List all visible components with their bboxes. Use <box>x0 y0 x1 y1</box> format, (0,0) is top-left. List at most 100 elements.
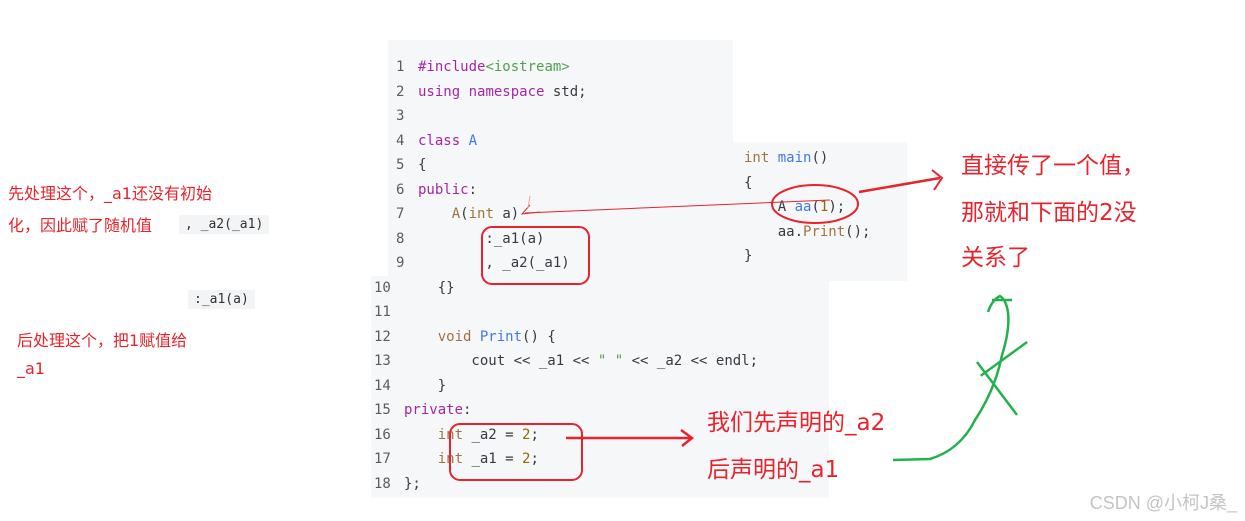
code-token: { <box>744 174 753 191</box>
code-line: 4 class A <box>396 129 477 153</box>
code-line: } <box>744 244 752 268</box>
line-number: 4 <box>396 132 405 149</box>
code-token: public <box>418 181 469 198</box>
code-token: ; <box>530 451 539 467</box>
code-token: namespace <box>468 83 545 100</box>
green-cross-b <box>976 361 1018 416</box>
code-token: ( <box>811 199 820 215</box>
code-token: }; <box>404 475 421 492</box>
line-number: 6 <box>396 181 405 198</box>
line-number: 1 <box>396 59 405 75</box>
code-line: 15 private: <box>374 398 471 422</box>
code-token: A <box>468 132 478 149</box>
code-token: private <box>404 402 464 418</box>
right-note-line2: 那就和下面的2没 <box>961 200 1137 226</box>
line-number: 12 <box>374 328 391 345</box>
line-number: 17 <box>374 451 391 467</box>
code-line: 1 #include<iostream> <box>396 55 570 79</box>
code-line: A aa(1); <box>744 195 845 219</box>
csdn-watermark: CSDN @小柯J桑_ <box>1089 493 1237 513</box>
code-token: std; <box>544 83 587 100</box>
code-token: cout << _a1 << <box>404 353 598 369</box>
line-number: 14 <box>374 377 391 394</box>
line-number: 16 <box>374 426 391 443</box>
code-line: 14 } <box>374 374 446 398</box>
code-line: 16 int _a2 = 2; <box>374 423 539 447</box>
code-line: { <box>744 171 752 195</box>
line-number: 18 <box>374 475 391 492</box>
code-line: 7 A(int a) <box>396 202 519 226</box>
line-number: 5 <box>396 157 405 173</box>
snippet-a2-init: , _a2(_a1) <box>179 215 270 234</box>
code-token: () { <box>522 328 556 345</box>
code-line: 11 <box>374 300 404 324</box>
code-token: : <box>463 402 472 418</box>
code-token: :_a1(a) <box>418 230 545 247</box>
code-line: 12 void Print() { <box>374 325 556 349</box>
left-note-line1: 先处理这个，_a1还没有初始 <box>8 184 212 203</box>
right-note-line3: 关系了 <box>961 245 1030 271</box>
code-token: , _a2(_a1) <box>418 255 570 271</box>
code-token: using <box>418 83 461 100</box>
code-token: } <box>744 248 753 264</box>
code-token: int <box>437 426 464 443</box>
code-token: int <box>744 150 770 166</box>
code-token: a) <box>493 206 520 222</box>
code-line: 9 , _a2(_a1) <box>396 251 570 275</box>
code-line: 3 <box>396 104 418 128</box>
code-token: main <box>777 150 812 166</box>
code-token: { <box>418 157 427 173</box>
left-note2-line2: _a1 <box>17 359 45 378</box>
code-token: void <box>437 328 472 345</box>
code-line: 2 using namespace std; <box>396 80 587 104</box>
code-line: 5{ <box>396 153 426 177</box>
snippet-a1-init: :_a1(a) <box>188 290 255 309</box>
code-token: ); <box>828 199 846 215</box>
code-token: aa. <box>744 223 804 240</box>
line-number: 9 <box>396 255 405 271</box>
green-cross-a <box>980 341 1028 377</box>
code-token: () <box>811 150 829 166</box>
code-token: A <box>451 206 461 222</box>
code-token: aa <box>794 199 812 215</box>
line-number: 7 <box>396 206 405 222</box>
line-number: 8 <box>396 230 405 247</box>
bottom-note-line1: 我们先声明的_a2 <box>707 410 886 436</box>
code-token: ( <box>460 206 469 222</box>
bottom-note-line2: 后声明的_a1 <box>707 457 840 483</box>
left-note-line2: 化，因此赋了随机值 <box>8 216 153 235</box>
line-number: 13 <box>374 353 391 369</box>
code-token: class <box>418 132 461 149</box>
green-curve-arrow <box>892 294 1010 462</box>
code-token: : <box>468 181 478 198</box>
code-token: #include <box>418 59 486 75</box>
line-number: 3 <box>396 108 405 124</box>
right-note-line1: 直接传了一个值， <box>961 153 1145 179</box>
code-line: 17 int _a1 = 2; <box>374 447 539 471</box>
code-line: 18}; <box>374 472 421 496</box>
code-token: << _a2 << endl; <box>623 353 759 369</box>
code-line: 8 :_a1(a) <box>396 227 544 251</box>
code-token: Print <box>479 328 523 345</box>
code-token: ; <box>530 426 539 443</box>
code-line: 6 public: <box>396 178 477 202</box>
code-token: } <box>404 377 447 394</box>
code-token: Print <box>803 223 846 240</box>
code-token: " " <box>597 353 624 369</box>
line-number: 15 <box>374 402 391 418</box>
code-line: int main() <box>744 146 828 170</box>
code-token: int <box>437 451 464 467</box>
left-note2-line1: 后处理这个，把1赋值给 <box>17 331 188 350</box>
code-token: int <box>468 206 494 222</box>
line-number: 10 <box>374 279 391 296</box>
line-number: 11 <box>374 304 391 320</box>
code-token: (); <box>845 223 871 240</box>
line-number: 2 <box>396 83 405 100</box>
